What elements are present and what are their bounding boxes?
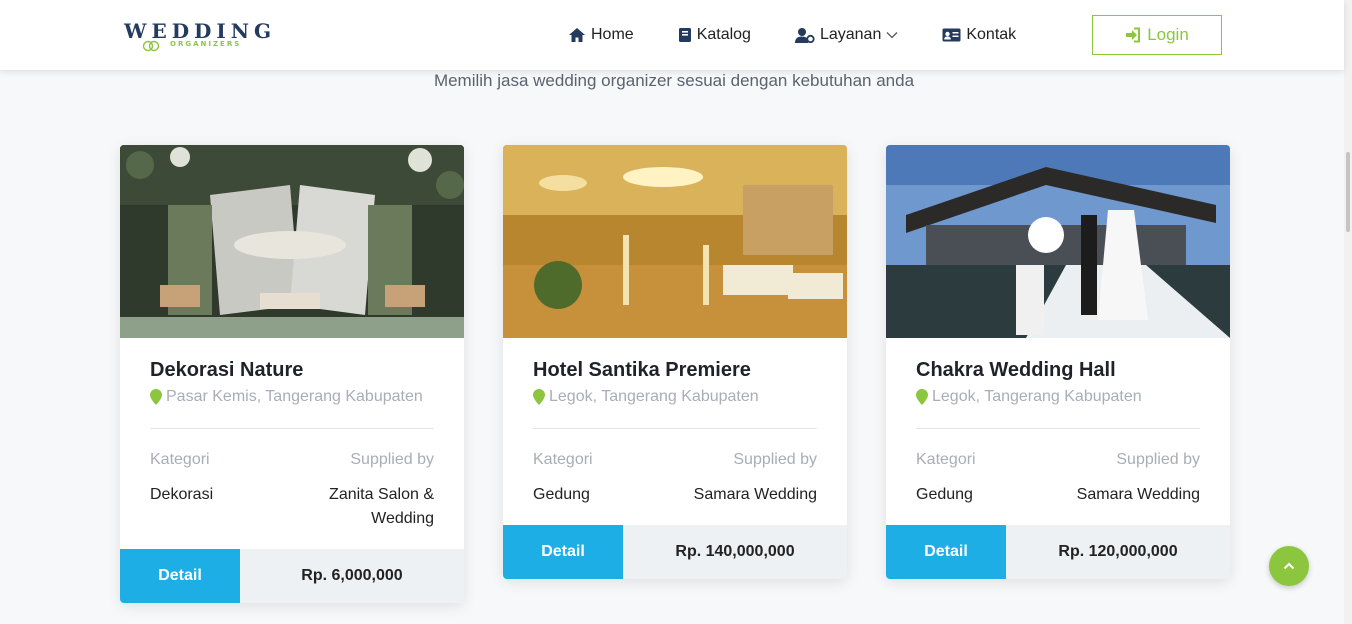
card-location-text: Pasar Kemis, Tangerang Kabupaten: [166, 388, 423, 405]
kategori-label: Kategori: [916, 451, 976, 468]
card-footer: Detail Rp. 120,000,000: [886, 525, 1230, 579]
card-title[interactable]: Dekorasi Nature: [150, 358, 434, 382]
kategori-label: Kategori: [150, 451, 210, 468]
card-location: Pasar Kemis, Tangerang Kabupaten: [150, 388, 434, 406]
kategori-value: Dekorasi: [150, 486, 214, 503]
card-meta-labels: Kategori Supplied by: [916, 451, 1200, 469]
card-price: Rp. 6,000,000: [240, 549, 464, 603]
card-meta-values: Gedung Samara Wedding: [916, 483, 1200, 507]
sign-in-icon: [1126, 27, 1141, 43]
supplier-value: Samara Wedding: [1076, 486, 1200, 503]
card-divider: [150, 428, 434, 429]
logo-subtext: ORGANIZERS: [170, 40, 242, 48]
card-footer: Detail Rp. 140,000,000: [503, 525, 847, 579]
detail-button[interactable]: Detail: [886, 525, 1006, 579]
main-nav: Home Katalog Layanan Kontak: [568, 24, 1016, 46]
chevron-down-icon: [886, 32, 898, 39]
rings-icon: [142, 40, 160, 52]
card-meta-labels: Kategori Supplied by: [533, 451, 817, 469]
card-title[interactable]: Chakra Wedding Hall: [916, 358, 1200, 382]
card-meta-values: Gedung Samara Wedding: [533, 483, 817, 507]
login-label: Login: [1147, 25, 1189, 44]
hotel-ballroom-photo: [503, 145, 847, 338]
login-button[interactable]: Login: [1092, 15, 1222, 55]
detail-button[interactable]: Detail: [120, 549, 240, 603]
nav-layanan-label: Layanan: [819, 26, 882, 43]
catalog-card: Hotel Santika Premiere Legok, Tangerang …: [503, 145, 847, 579]
card-body: Hotel Santika Premiere Legok, Tangerang …: [503, 338, 847, 507]
chevron-up-icon: [1283, 562, 1295, 570]
card-footer: Detail Rp. 6,000,000: [120, 549, 464, 603]
card-meta-labels: Kategori Supplied by: [150, 451, 434, 469]
kategori-value: Gedung: [916, 486, 973, 503]
card-divider: [533, 428, 817, 429]
id-card-icon: [942, 28, 961, 42]
card-location-text: Legok, Tangerang Kabupaten: [932, 388, 1142, 405]
scrollbar-thumb[interactable]: [1346, 152, 1350, 232]
card-price: Rp. 140,000,000: [623, 525, 847, 579]
page-scrollbar[interactable]: [1344, 0, 1352, 624]
card-price: Rp. 120,000,000: [1006, 525, 1230, 579]
card-body: Dekorasi Nature Pasar Kemis, Tangerang K…: [120, 338, 464, 531]
nav-katalog-label: Katalog: [696, 26, 751, 43]
site-logo[interactable]: WEDDING ORGANIZERS: [124, 20, 284, 54]
map-marker-icon: [533, 389, 545, 405]
wedding-hall-photo: [886, 145, 1230, 338]
back-to-top-button[interactable]: [1269, 546, 1309, 586]
map-marker-icon: [916, 389, 928, 405]
nav-layanan[interactable]: Layanan: [794, 26, 898, 44]
kategori-label: Kategori: [533, 451, 593, 468]
nav-home[interactable]: Home: [568, 26, 634, 44]
book-icon: [678, 28, 691, 42]
supplier-value: Samara Wedding: [693, 486, 817, 503]
nav-katalog[interactable]: Katalog: [678, 26, 751, 44]
decoration-photo: [120, 145, 464, 338]
user-cog-icon: [794, 28, 815, 43]
site-header: WEDDING ORGANIZERS Home Katalog Layanan …: [0, 0, 1344, 70]
section-subtitle: Memilih jasa wedding organizer sesuai de…: [433, 71, 915, 90]
card-title[interactable]: Hotel Santika Premiere: [533, 358, 817, 382]
home-icon: [569, 28, 585, 42]
nav-kontak[interactable]: Kontak: [942, 26, 1016, 44]
kategori-value: Gedung: [533, 486, 590, 503]
catalog-card: Dekorasi Nature Pasar Kemis, Tangerang K…: [120, 145, 464, 603]
card-divider: [916, 428, 1200, 429]
card-location: Legok, Tangerang Kabupaten: [533, 388, 817, 406]
catalog-card: Chakra Wedding Hall Legok, Tangerang Kab…: [886, 145, 1230, 579]
card-body: Chakra Wedding Hall Legok, Tangerang Kab…: [886, 338, 1230, 507]
supplied-by-label: Supplied by: [1116, 451, 1200, 468]
nav-home-label: Home: [591, 26, 634, 43]
card-location: Legok, Tangerang Kabupaten: [916, 388, 1200, 406]
card-location-text: Legok, Tangerang Kabupaten: [549, 388, 759, 405]
detail-button[interactable]: Detail: [503, 525, 623, 579]
card-meta-values: Dekorasi Zanita Salon & Wedding: [150, 483, 434, 531]
supplied-by-label: Supplied by: [733, 451, 817, 468]
supplier-value: Zanita Salon & Wedding: [329, 486, 434, 527]
map-marker-icon: [150, 389, 162, 405]
nav-kontak-label: Kontak: [966, 26, 1017, 43]
supplied-by-label: Supplied by: [350, 451, 434, 468]
